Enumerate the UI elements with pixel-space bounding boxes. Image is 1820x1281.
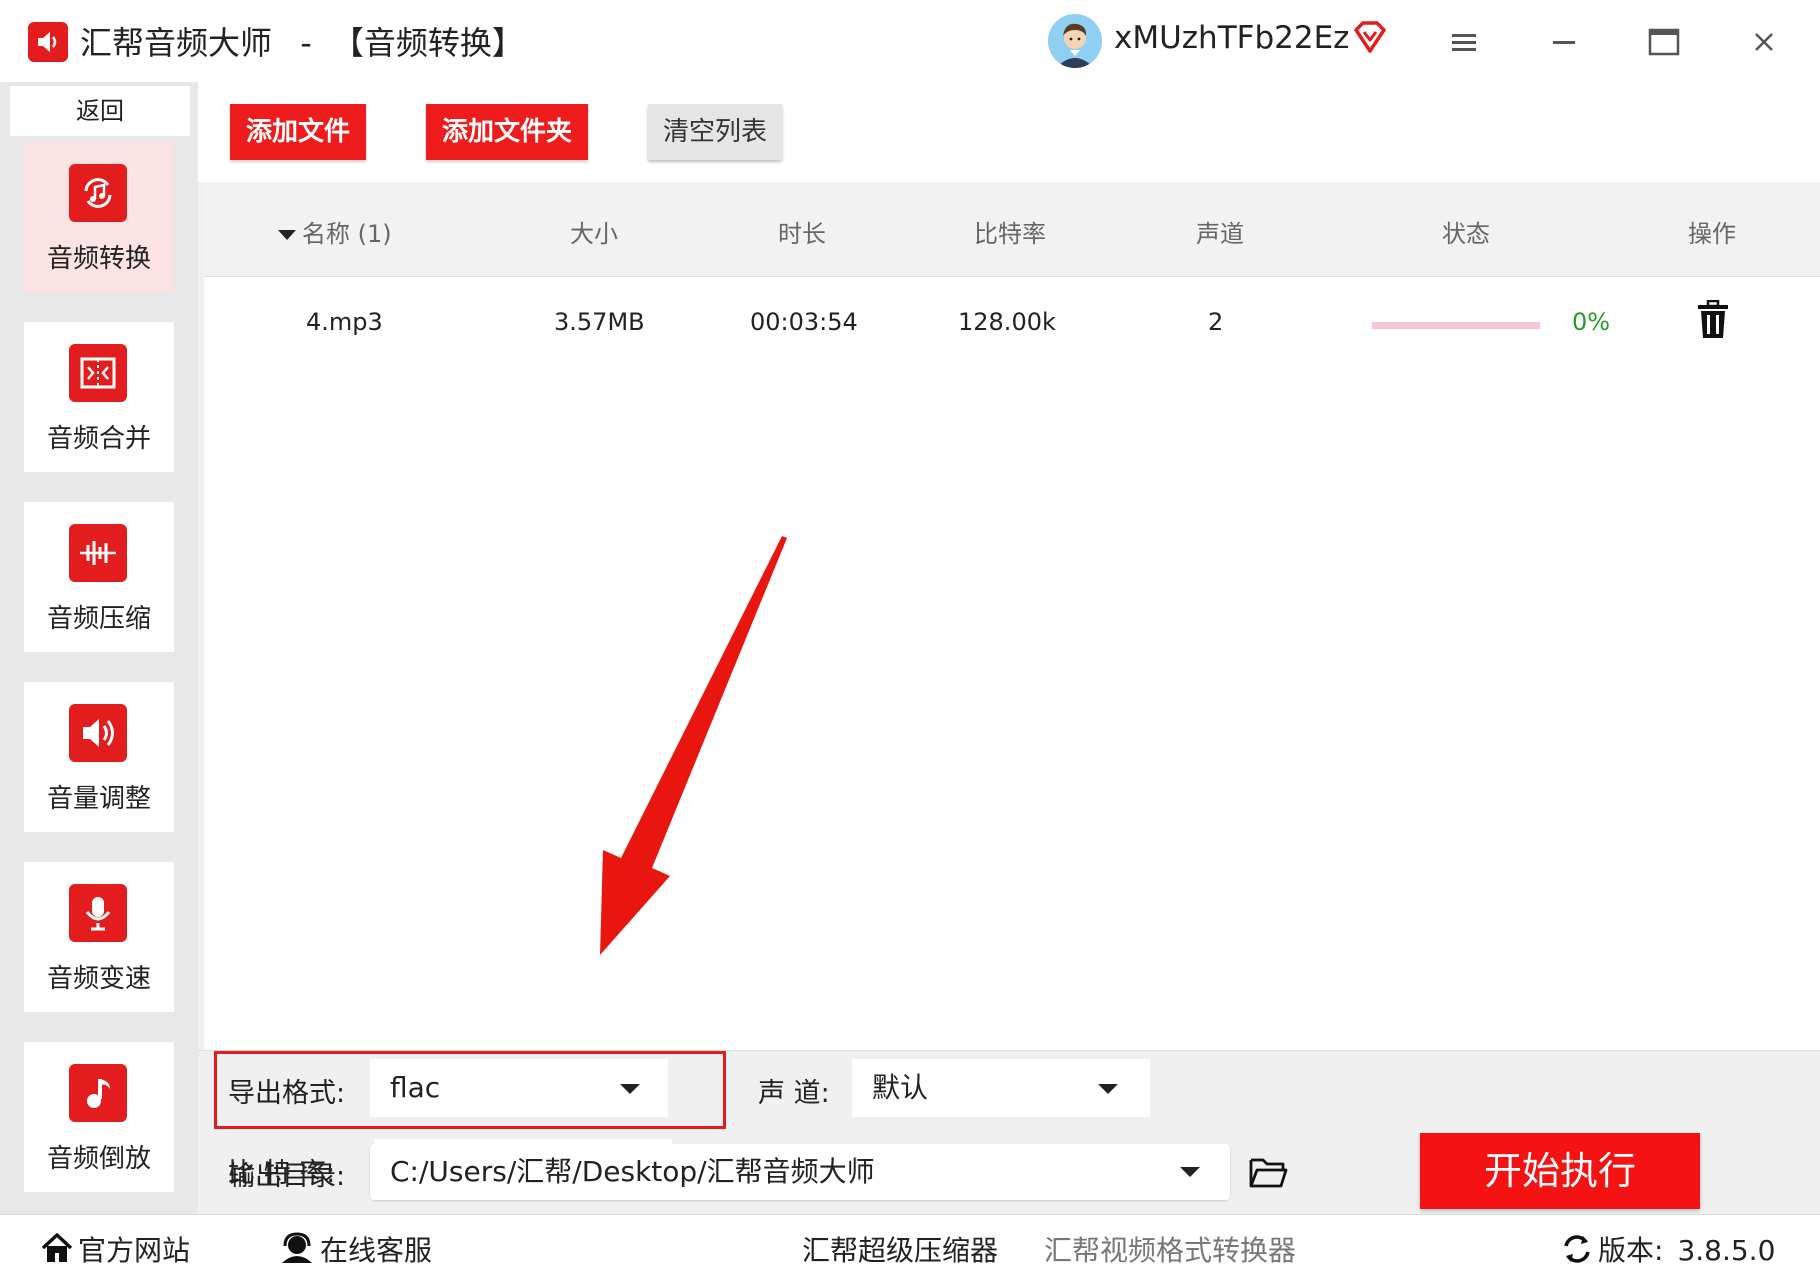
app-logo-icon [28, 22, 68, 62]
file-name: 4.mp3 [306, 308, 383, 336]
merge-icon [69, 344, 127, 402]
column-channels: 声道 [1196, 220, 1244, 248]
section-name: 【音频转换】 [331, 24, 524, 62]
sidebar-item-audio-merge[interactable]: 音频合并 [24, 322, 174, 472]
app-name: 汇帮音频大师 [80, 24, 273, 62]
add-file-button[interactable]: 添加文件 [230, 104, 366, 160]
support-label: 在线客服 [320, 1234, 433, 1267]
waveform-compress-icon [69, 524, 127, 582]
sidebar-item-volume-adjust[interactable]: 音量调整 [24, 682, 174, 832]
output-label: 输出目录: [228, 1161, 346, 1192]
version-number: 3.8.5.0 [1677, 1234, 1776, 1267]
video-converter-link[interactable]: 汇帮视频格式转换器 [1044, 1229, 1296, 1269]
column-duration: 时长 [778, 220, 826, 248]
column-name[interactable]: 名称 (1) [278, 214, 392, 249]
sort-desc-icon [278, 230, 296, 240]
microphone-icon [69, 884, 127, 942]
trash-icon[interactable] [1696, 299, 1730, 344]
sidebar-item-label: 音量调整 [46, 784, 151, 814]
column-actions: 操作 [1688, 220, 1736, 248]
sidebar-item-reverse[interactable]: 音频倒放 [24, 1042, 174, 1192]
music-convert-icon [69, 164, 127, 222]
refresh-icon [1560, 1232, 1594, 1273]
progress-percent: 0% [1572, 308, 1611, 336]
headset-icon [280, 1232, 314, 1271]
column-bitrate: 比特率 [974, 220, 1046, 248]
music-note-icon [69, 1064, 127, 1122]
sidebar-item-label: 音频压缩 [46, 604, 151, 634]
channel-select[interactable]: 默认 [852, 1059, 1150, 1117]
username[interactable]: xMUzhTFb22Ez [1114, 20, 1349, 56]
format-select[interactable]: flac [370, 1059, 668, 1117]
vip-diamond-icon[interactable] [1352, 20, 1388, 58]
version-label: 版本: [1598, 1234, 1664, 1267]
folder-open-icon[interactable] [1248, 1154, 1288, 1190]
table-header: 名称 (1) 大小 时长 比特率 声道 状态 操作 [204, 182, 1820, 277]
website-link[interactable]: 官方网站 [40, 1229, 190, 1271]
progress-bar [1372, 322, 1540, 329]
clear-list-button[interactable]: 清空列表 [648, 104, 782, 160]
sidebar: 返回 音频转换 音频合并 音频压缩 音量调整 音频变速 音频倒放 [0, 82, 198, 1214]
column-status: 状态 [1442, 220, 1490, 248]
file-list: 名称 (1) 大小 时长 比特率 声道 状态 操作 4.mp3 3.57MB 0… [204, 182, 1820, 1050]
file-channels: 2 [1208, 308, 1224, 336]
window-title: 汇帮音频大师 - 【音频转换】 [80, 18, 524, 64]
sidebar-item-audio-convert[interactable]: 音频转换 [24, 142, 174, 292]
add-folder-button[interactable]: 添加文件夹 [426, 104, 588, 160]
avatar[interactable] [1048, 14, 1102, 68]
back-button[interactable]: 返回 [10, 86, 190, 136]
support-link[interactable]: 在线客服 [280, 1229, 432, 1271]
compressor-link[interactable]: 汇帮超级压缩器 [802, 1229, 998, 1269]
format-label: 导出格式: [228, 1078, 346, 1109]
home-icon [40, 1232, 74, 1271]
start-button[interactable]: 开始执行 [1420, 1133, 1700, 1209]
title-bar: 汇帮音频大师 - 【音频转换】 xMUzhTFb22Ez [0, 0, 1820, 83]
main-area: 添加文件 添加文件夹 清空列表 名称 (1) 大小 时长 比特率 声道 状态 操… [198, 82, 1820, 1215]
minimize-icon[interactable] [1544, 22, 1584, 62]
footer: 官方网站 在线客服 汇帮超级压缩器 汇帮视频格式转换器 版本: 3.8.5.0 [0, 1214, 1820, 1281]
chevron-down-icon [1180, 1167, 1200, 1177]
column-size: 大小 [570, 220, 618, 248]
close-icon[interactable] [1744, 22, 1784, 62]
version-info[interactable]: 版本: 3.8.5.0 [1560, 1229, 1775, 1273]
sidebar-item-label: 音频倒放 [46, 1144, 151, 1174]
sidebar-item-audio-compress[interactable]: 音频压缩 [24, 502, 174, 652]
toolbar: 添加文件 添加文件夹 清空列表 [198, 82, 1820, 182]
output-dir-select[interactable]: C:/Users/汇帮/Desktop/汇帮音频大师 [370, 1144, 1230, 1200]
title-separator: - [300, 24, 312, 62]
sidebar-item-label: 音频合并 [46, 424, 151, 454]
chevron-down-icon [620, 1084, 640, 1094]
output-dir-value: C:/Users/汇帮/Desktop/汇帮音频大师 [390, 1155, 875, 1188]
column-name-label: 名称 (1) [302, 220, 392, 248]
menu-icon[interactable] [1444, 22, 1484, 62]
channel-label: 声 道: [758, 1078, 830, 1109]
file-bitrate: 128.00k [958, 308, 1056, 336]
sidebar-item-label: 音频转换 [46, 244, 151, 274]
file-size: 3.57MB [554, 308, 645, 336]
speaker-volume-icon [69, 704, 127, 762]
maximize-icon[interactable] [1644, 22, 1684, 62]
file-duration: 00:03:54 [750, 308, 858, 336]
chevron-down-icon [1098, 1084, 1118, 1094]
channel-value: 默认 [872, 1071, 929, 1104]
website-label: 官方网站 [78, 1234, 191, 1267]
sidebar-item-speed-change[interactable]: 音频变速 [24, 862, 174, 1012]
format-value: flac [390, 1071, 441, 1104]
sidebar-item-label: 音频变速 [46, 964, 151, 994]
